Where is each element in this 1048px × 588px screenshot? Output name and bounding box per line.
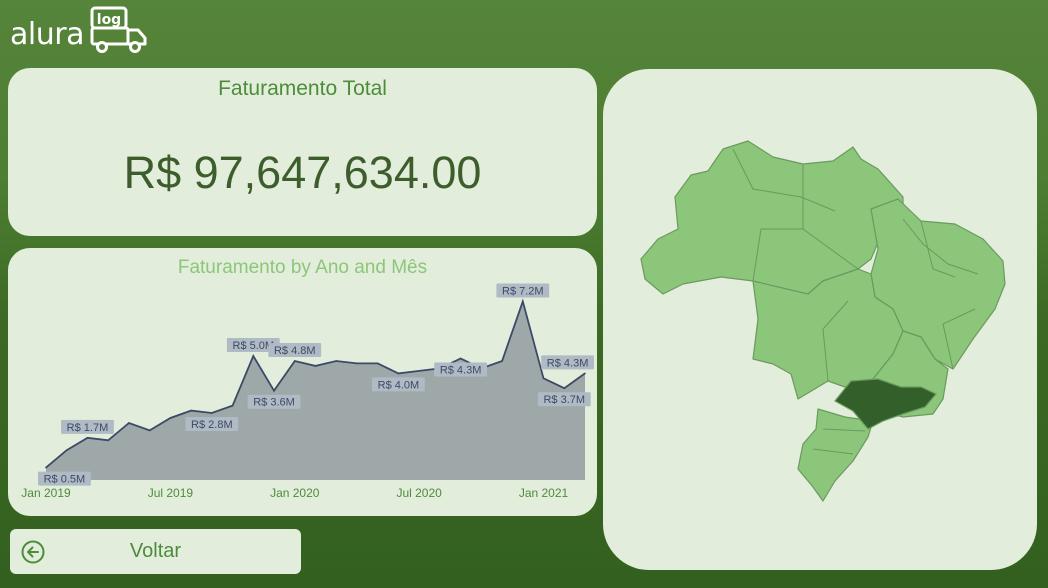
data-label: R$ 1.7M (61, 419, 114, 434)
data-point (231, 404, 234, 407)
data-point (45, 466, 47, 469)
data-label: R$ 7.2M (496, 283, 550, 298)
revenue-chart-card: Faturamento by Ano and Mês Jan 2019 Jul 2… (8, 248, 597, 516)
x-tick-label: Jan 2020 (270, 486, 320, 500)
logo-badge: log (97, 12, 121, 28)
back-button-label: Voltar (129, 540, 182, 562)
data-point (169, 417, 172, 419)
svg-text:R$ 3.6M: R$ 3.6M (253, 397, 295, 409)
x-tick-label: Jul 2019 (148, 486, 194, 500)
data-point (335, 360, 338, 362)
data-label: R$ 3.6M (247, 394, 301, 409)
data-point (128, 422, 130, 424)
back-button[interactable]: Voltar (10, 529, 301, 574)
total-revenue-title: Faturamento Total (218, 77, 387, 100)
svg-text:R$ 0.5M: R$ 0.5M (44, 474, 86, 486)
data-point (252, 355, 255, 357)
data-point (86, 437, 89, 439)
data-point (314, 365, 317, 367)
svg-text:R$ 4.0M: R$ 4.0M (378, 379, 420, 391)
data-label: R$ 2.8M (185, 417, 239, 432)
revenue-area-chart: Jan 2019 Jul 2019 Jan 2020 Jul 2020 Jan 2021… (21, 283, 594, 500)
svg-text:R$ 5.0M: R$ 5.0M (233, 340, 275, 352)
data-label: R$ 3.7M (537, 392, 591, 407)
data-point (501, 360, 503, 362)
data-point (584, 372, 586, 375)
map-region-south (797, 408, 874, 502)
svg-text:R$ 3.7M: R$ 3.7M (543, 394, 585, 406)
svg-text:R$ 4.8M: R$ 4.8M (274, 345, 316, 357)
data-point (65, 449, 68, 451)
series-area (46, 301, 585, 480)
alura-log-logo: alura log (10, 6, 149, 54)
total-revenue-card: Faturamento Total R$ 97,647,634.00 (8, 68, 597, 236)
logo-text: alura (10, 17, 84, 52)
data-point (563, 387, 566, 389)
data-point (459, 357, 462, 360)
data-label: R$ 4.3M (434, 362, 488, 377)
data-label: R$ 0.5M (38, 471, 91, 486)
x-tick-label: Jan 2021 (519, 486, 569, 500)
svg-text:R$ 7.2M: R$ 7.2M (502, 285, 544, 297)
data-point (148, 429, 151, 432)
data-point (397, 372, 400, 375)
data-point (522, 300, 524, 303)
brazil-map (640, 140, 1006, 502)
svg-text:R$ 4.3M: R$ 4.3M (440, 364, 482, 376)
data-label: R$ 4.0M (372, 377, 425, 392)
truck-icon: log (90, 6, 147, 53)
svg-text:R$ 4.3M: R$ 4.3M (547, 357, 589, 369)
data-point (376, 362, 379, 365)
data-label: R$ 4.8M (268, 342, 322, 357)
data-point (418, 370, 421, 372)
brazil-map-card (603, 69, 1037, 570)
x-tick-label: Jan 2019 (21, 486, 71, 500)
svg-text:R$ 2.8M: R$ 2.8M (191, 419, 233, 431)
data-point (211, 412, 213, 414)
data-point (542, 377, 545, 380)
data-point (294, 360, 296, 362)
data-point (356, 362, 358, 365)
data-point (190, 409, 192, 412)
svg-text:R$ 1.7M: R$ 1.7M (67, 422, 109, 434)
data-point (273, 389, 275, 392)
x-tick-label: Jul 2020 (396, 486, 442, 500)
total-revenue-value: R$ 97,647,634.00 (123, 147, 482, 198)
data-point (107, 439, 109, 442)
data-label: R$ 4.3M (541, 355, 594, 370)
